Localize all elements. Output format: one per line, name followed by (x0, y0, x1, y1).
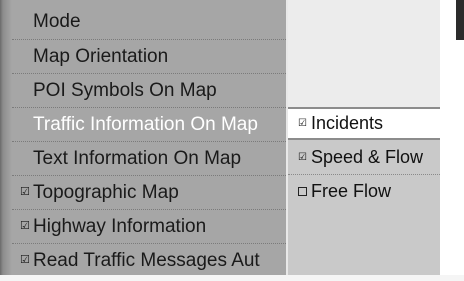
menu-item-label: Mode (33, 10, 81, 32)
checked-icon: ☑ (298, 152, 307, 163)
menu-item-highway-information[interactable]: ☑ Highway Information (12, 210, 286, 243)
menu-item-label: Topographic Map (33, 181, 179, 203)
menu-item-read-traffic-messages[interactable]: ☑ Read Traffic Messages Aut (12, 244, 286, 277)
traffic-submenu: ☑ Incidents ☑ Speed & Flow Free Flow (288, 0, 440, 281)
menu-item-text-information[interactable]: Text Information On Map (12, 142, 286, 175)
menu-item-mode[interactable]: Mode (12, 5, 286, 38)
submenu-item-incidents[interactable]: ☑ Incidents (288, 107, 440, 140)
checked-icon: ☑ (20, 186, 30, 198)
menu-item-label: Text Information On Map (33, 147, 242, 169)
submenu-item-label: Speed & Flow (311, 147, 424, 167)
submenu-blank-area (288, 0, 440, 107)
unchecked-icon (298, 187, 307, 196)
left-edge (0, 0, 12, 281)
menu-item-map-orientation[interactable]: Map Orientation (12, 40, 286, 73)
menu-item-label: Read Traffic Messages Aut (33, 249, 260, 271)
menu-item-label: POI Symbols On Map (33, 79, 217, 101)
checked-icon: ☑ (298, 118, 307, 129)
bottom-edge (0, 275, 464, 281)
submenu-item-free-flow[interactable]: Free Flow (288, 175, 440, 208)
right-edge-dark (456, 0, 464, 40)
main-menu: Mode Map Orientation POI Symbols On Map … (12, 0, 288, 281)
menu-item-traffic-information[interactable]: Traffic Information On Map (12, 108, 286, 141)
menu-item-topographic-map[interactable]: ☑ Topographic Map (12, 176, 286, 209)
checked-icon: ☑ (20, 254, 30, 266)
menu-item-label: Traffic Information On Map (33, 113, 258, 135)
checked-icon: ☑ (20, 220, 30, 232)
navigation-settings-screen: Mode Map Orientation POI Symbols On Map … (0, 0, 464, 281)
submenu-item-label: Free Flow (311, 181, 392, 201)
submenu-item-label: Incidents (311, 113, 384, 133)
menu-item-label: Highway Information (33, 215, 207, 237)
submenu-item-speed-flow[interactable]: ☑ Speed & Flow (288, 141, 440, 174)
menu-item-label: Map Orientation (33, 45, 169, 67)
right-edge (440, 0, 464, 281)
menu-item-poi-symbols[interactable]: POI Symbols On Map (12, 74, 286, 107)
